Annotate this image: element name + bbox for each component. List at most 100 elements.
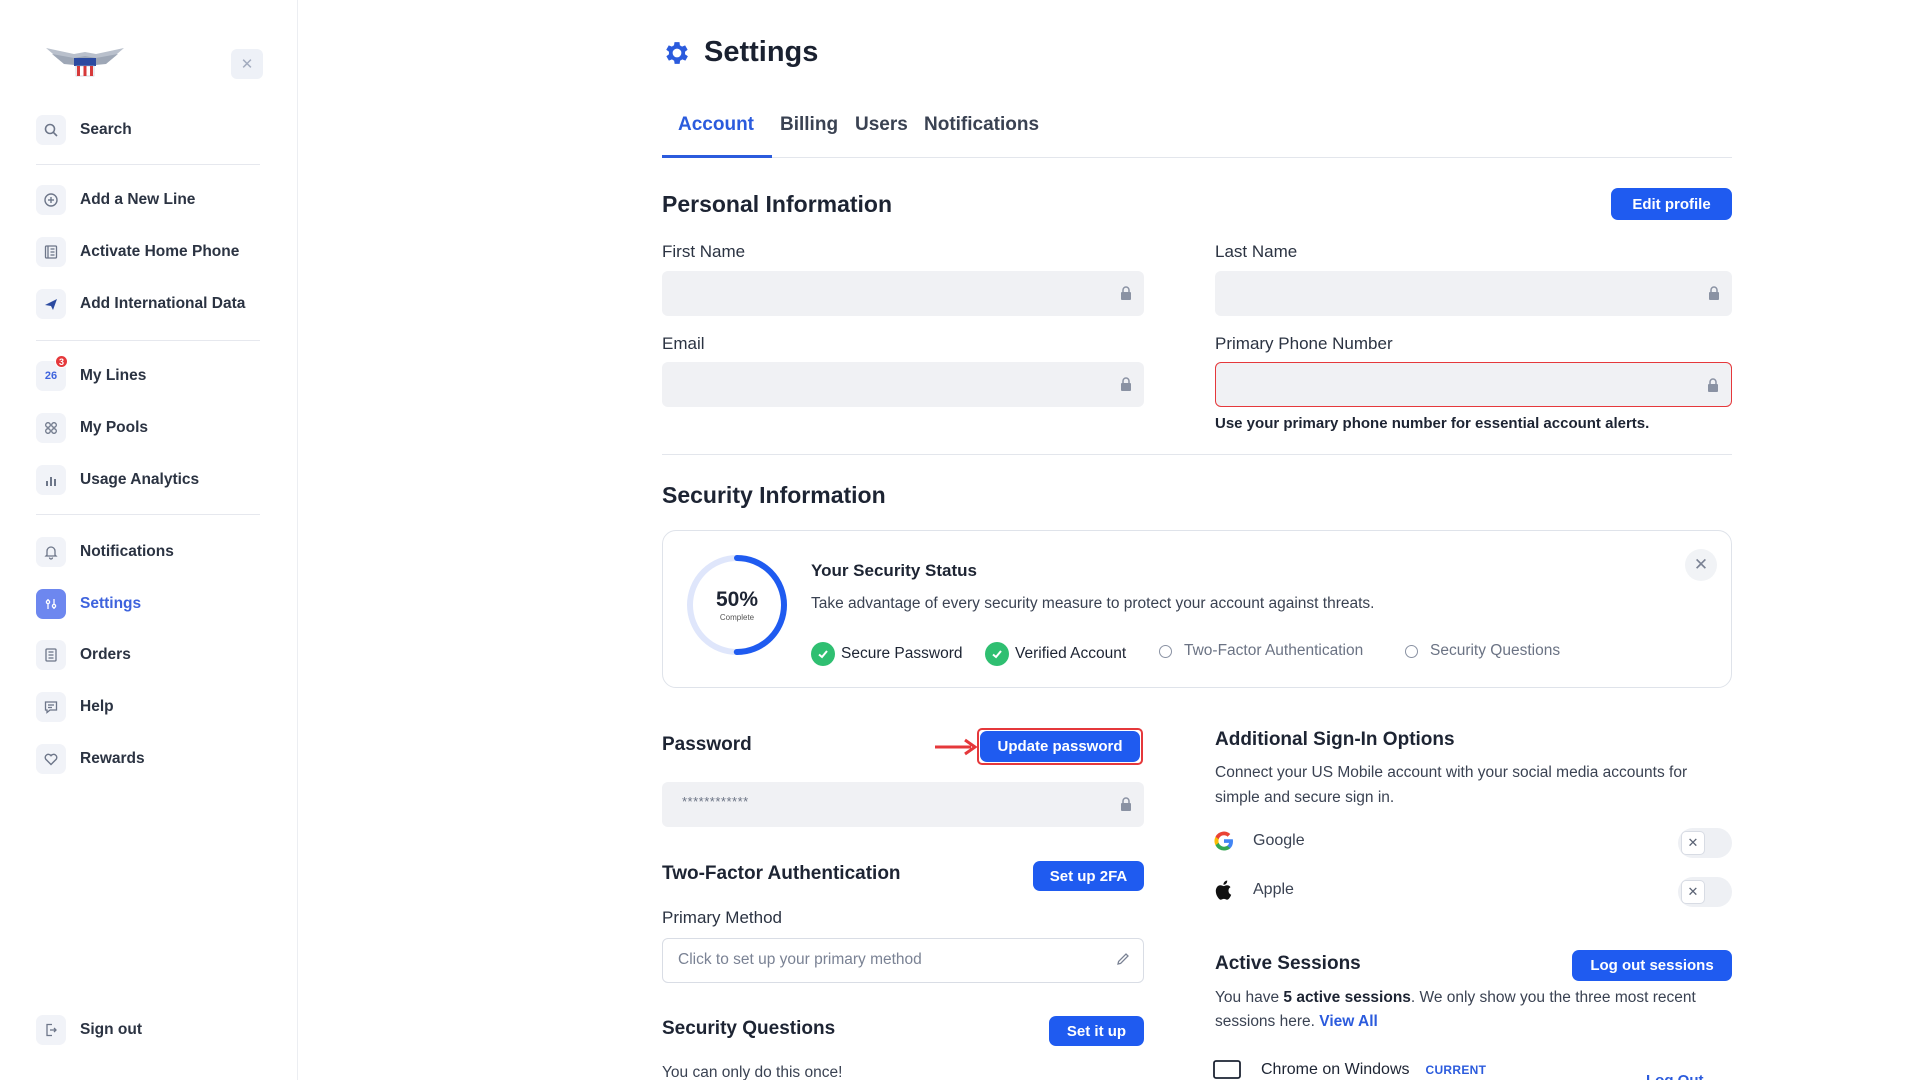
sidebar-item-notifications[interactable]: Notifications [36,536,174,568]
first-name-label: First Name [662,242,746,261]
sidebar-item-label: Usage Analytics [80,471,200,488]
security-percent-label: Complete [719,613,755,622]
security-questions-title: Security Questions [662,1018,836,1039]
active-sessions-title: Active Sessions [1215,953,1361,974]
tab-users[interactable]: Users [855,114,908,136]
sidebar-item-help[interactable]: Help [36,691,114,723]
apple-icon [1215,880,1232,900]
sidebar-item-label: Add a New Line [80,191,196,208]
sessions-text-suffix: . We only show you the three most recent [1410,989,1696,1006]
password-masked-value: ************ [682,794,749,809]
active-sessions-desc: You have 5 active sessions. We only show… [1215,985,1696,1010]
close-card-button[interactable]: ✕ [1685,549,1717,581]
close-icon: ✕ [1693,555,1709,574]
sidebar-item-label: Notifications [80,543,174,560]
close-icon: ✕ [1681,880,1705,904]
check-label: Verified Account [1015,645,1127,662]
email-field[interactable] [662,362,1144,407]
sidebar-divider [36,514,260,515]
sidebar-item-my-pools[interactable]: My Pools [36,412,148,444]
sidebar-item-label: Activate Home Phone [80,243,240,260]
radio-empty-icon [1159,644,1172,658]
check-security-questions: Security Questions [1405,642,1560,660]
tab-billing[interactable]: Billing [780,114,838,136]
sidebar-item-rewards[interactable]: Rewards [36,743,145,775]
apple-label: Apple [1253,881,1294,898]
help-icon [36,692,66,722]
notification-badge: 3 [55,355,68,368]
signin-options-desc-2: simple and secure sign in. [1215,789,1395,806]
lock-icon [1121,286,1131,300]
security-questions-note: You can only do this once! [662,1064,843,1080]
active-sessions-desc-2: sessions here. View All [1215,1009,1378,1034]
plane-icon [36,289,66,319]
setup-2fa-button[interactable]: Set up 2FA [1033,861,1144,891]
bell-icon [36,537,66,567]
tab-account[interactable]: Account [678,114,754,136]
heart-icon [36,744,66,774]
lock-icon [1121,377,1131,391]
logo-icon[interactable] [44,40,126,80]
password-title: Password [662,734,752,755]
sidebar-item-label: Search [80,121,132,138]
first-name-field[interactable] [662,271,1144,316]
sidebar-item-label: Sign out [80,1021,142,1038]
sidebar-item-settings[interactable]: Settings [36,588,141,620]
google-icon [1214,831,1233,851]
check-two-factor: Two-Factor Authentication [1159,642,1363,660]
security-info-title: Security Information [662,482,886,508]
sidebar: ✕ Search Add a New Line Activate Home Ph… [0,0,298,1080]
sidebar-search[interactable]: Search [36,114,132,146]
sidebar-item-usage-analytics[interactable]: Usage Analytics [36,464,199,496]
google-label: Google [1253,832,1305,849]
sidebar-divider [36,340,260,341]
apple-signin-row: Apple [1213,879,1294,901]
last-name-field[interactable] [1215,271,1732,316]
primary-phone-field[interactable] [1215,362,1732,407]
edit-profile-button[interactable]: Edit profile [1611,188,1732,220]
apple-connect-toggle[interactable]: ✕ [1678,877,1732,907]
lock-icon [1121,797,1131,811]
sidebar-item-label: Help [80,698,114,715]
check-label: Two-Factor Authentication [1184,642,1364,659]
security-status-title: Your Security Status [811,561,977,580]
password-field[interactable]: ************ [662,782,1144,827]
sidebar-item-label: Rewards [80,750,145,767]
page-title: Settings [704,36,819,68]
primary-method-input[interactable]: Click to set up your primary method [662,938,1144,983]
sidebar-item-international-data[interactable]: Add International Data [36,288,245,320]
primary-method-label: Primary Method [662,908,782,927]
sidebar-item-label: My Lines [80,367,147,384]
google-connect-toggle[interactable]: ✕ [1678,828,1732,858]
sidebar-item-label: Orders [80,646,131,663]
view-all-sessions-link[interactable]: View All [1319,1013,1378,1030]
sessions-text-line2: sessions here. [1215,1013,1315,1030]
sidebar-item-orders[interactable]: Orders [36,639,131,671]
sidebar-item-home-phone[interactable]: Activate Home Phone [36,236,239,268]
sidebar-item-my-lines[interactable]: 26 3 My Lines [36,355,147,392]
phone-label: Primary Phone Number [1215,334,1393,353]
tab-notifications[interactable]: Notifications [924,114,1039,136]
primary-method-placeholder: Click to set up your primary method [678,951,922,968]
sidebar-item-add-line[interactable]: Add a New Line [36,184,195,216]
sessions-text-prefix: You have [1215,989,1284,1006]
collapse-sidebar-button[interactable]: ✕ [231,49,263,79]
section-divider [662,454,1732,455]
check-secure-password: Secure Password [811,642,962,666]
lines-count: 26 [44,370,58,382]
check-label: Secure Password [841,645,963,662]
security-progress-text: 50% Complete [685,553,789,657]
session-logout-link[interactable]: Log Out [1646,1072,1703,1080]
signin-options-title: Additional Sign-In Options [1215,729,1455,750]
logout-sessions-button[interactable]: Log out sessions [1572,950,1732,981]
two-factor-title: Two-Factor Authentication [662,863,901,884]
phone-helper-text: Use your primary phone number for essent… [1215,415,1650,432]
settings-icon [36,589,66,619]
home-phone-icon [36,237,66,267]
close-icon: ✕ [240,56,254,73]
security-status-card: 50% Complete Your Security Status Take a… [662,530,1732,688]
sidebar-item-label: My Pools [80,419,149,436]
security-percent: 50% [715,588,759,611]
setup-security-questions-button[interactable]: Set it up [1049,1016,1144,1046]
sidebar-signout[interactable]: Sign out [36,1014,142,1046]
